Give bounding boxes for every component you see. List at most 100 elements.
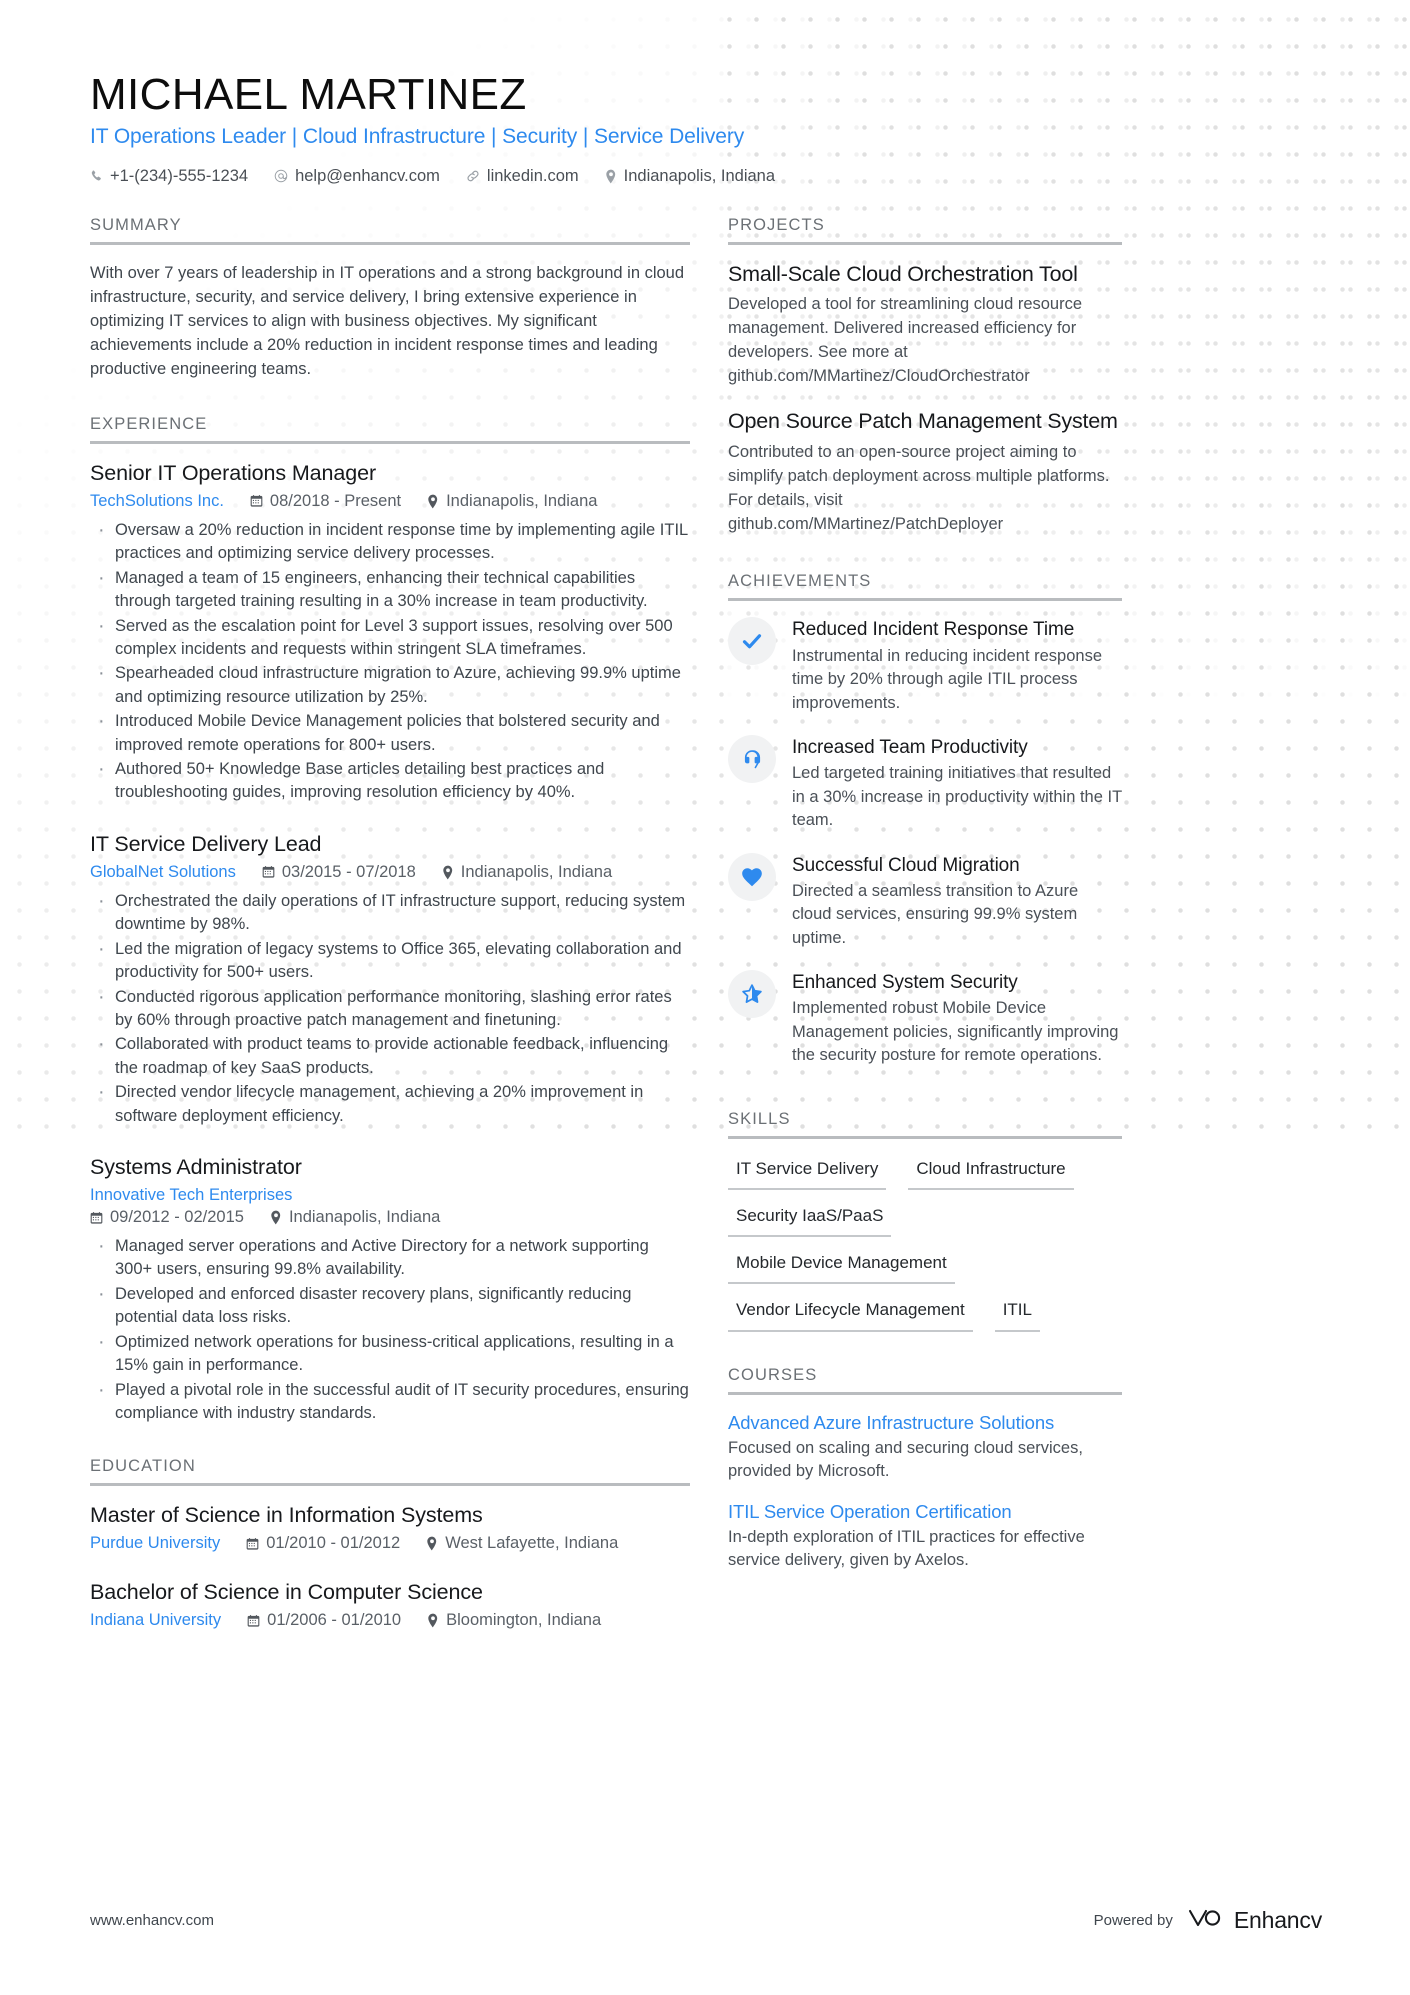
achievement-icon-badge [728,852,776,901]
education-dates-value: 01/2010 - 01/2012 [266,1534,401,1553]
calendar-icon [246,1537,259,1551]
location-icon [427,1613,439,1628]
education-degree: Master of Science in Information Systems [90,1503,483,1528]
achievement-item: Increased Team Productivity Led targeted … [728,734,1122,833]
email-icon [274,169,288,183]
achievement-item: Successful Cloud Migration Directed a sea… [728,852,1122,951]
achievement-title: Increased Team Productivity [792,736,1028,758]
job-location-value: Indianapolis, Indiana [288,1208,441,1226]
course-description: Focused on scaling and securing cloud se… [728,1438,1083,1481]
enhancv-wordmark: Enhancv [1233,1907,1322,1933]
contact-bar: +1-(234)-555-1234 help@enhancv.com linkedi… [90,167,1322,186]
skill-tag: Mobile Device Management [728,1249,955,1285]
section-projects: PROJECTS Small-Scale Cloud Orchestration… [728,216,1122,537]
education-location: Bloomington, Indiana [427,1611,601,1630]
left-column: SUMMARY With over 7 years of leadership … [90,216,690,1635]
job-company[interactable]: Innovative Tech Enterprises [90,1186,690,1205]
experience-item: Systems Administrator Innovative Tech Ent… [90,1154,690,1425]
location-icon [442,865,454,880]
job-bullet: Orchestrated the daily operations of IT … [90,887,690,937]
project-name: Small-Scale Cloud Orchestration Tool [728,261,1078,286]
job-meta: Innovative Tech Enterprises 09/2012 - 02/… [90,1186,690,1227]
contact-link[interactable]: linkedin.com [466,167,579,186]
location-icon [270,1210,282,1225]
achievements-section-title: ACHIEVEMENTS [728,572,1122,602]
course-name[interactable]: Advanced Azure Infrastructure Solutions [728,1411,1122,1435]
section-skills: SKILLS IT Service Delivery Cloud Infrastr… [728,1110,1122,1332]
skill-tag: Vendor Lifecycle Management [728,1296,973,1332]
job-company[interactable]: TechSolutions Inc. [90,492,224,511]
course-name[interactable]: ITIL Service Operation Certification [728,1500,1122,1524]
education-school[interactable]: Purdue University [90,1534,220,1553]
experience-section-title: EXPERIENCE [90,415,690,444]
project-description: Contributed to an open-source project ai… [728,443,1110,533]
calendar-icon [250,494,263,508]
skill-tag: ITIL [994,1296,1040,1332]
education-section-title: EDUCATION [90,1457,690,1487]
job-dates-value: 08/2018 - Present [269,491,402,510]
job-location: Indianapolis, Indiana [442,863,612,882]
section-summary: SUMMARY With over 7 years of leadership … [90,216,690,381]
education-degree: Bachelor of Science in Computer Science [90,1580,483,1605]
education-dates: 01/2010 - 01/2012 [246,1534,400,1553]
phone-icon [90,169,103,183]
achievement-description: Implemented robust Mobile Device Managem… [792,999,1119,1065]
right-column: PROJECTS Small-Scale Cloud Orchestration… [728,216,1122,1635]
job-bullet: Conducted rigorous application performan… [90,983,690,1033]
achievement-title: Reduced Incident Response Time [792,619,1075,641]
job-bullet: Spearheaded cloud infrastructure migrati… [90,659,690,709]
education-dates-value: 01/2006 - 01/2010 [267,1611,402,1630]
summary-section-title: SUMMARY [90,216,690,245]
job-bullet: Developed and enforced disaster recovery… [90,1280,690,1330]
link-icon [466,169,480,183]
footer-website-url[interactable]: www.enhancv.com [90,1912,214,1929]
job-title: Senior IT Operations Manager [90,460,377,485]
education-meta: Purdue University 01/2010 - 01/2012 West L… [90,1534,690,1553]
candidate-name: MICHAEL MARTINEZ [90,70,527,119]
achievement-title: Successful Cloud Migration [792,854,1020,876]
job-location: Indianapolis, Indiana [270,1208,440,1227]
contact-location[interactable]: Indianapolis, Indiana [605,167,775,186]
experience-item: IT Service Delivery Lead GlobalNet Soluti… [90,831,690,1128]
job-dates-value: 03/2015 - 07/2018 [281,862,416,881]
achievement-body: Successful Cloud Migration Directed a sea… [792,853,1122,951]
job-dates: 08/2018 - Present [250,492,401,511]
resume-content: MICHAEL MARTINEZ IT Operations Leader | … [0,0,1410,1634]
project-name: Open Source Patch Management System [728,409,1118,434]
education-location-value: Bloomington, Indiana [446,1611,602,1630]
contact-value: +1-(234)-555-1234 [110,166,249,185]
section-education: EDUCATION Master of Science in Informati… [90,1457,690,1630]
enhancv-logo: Enhancv [1185,1906,1322,1935]
job-title: Systems Administrator [90,1155,302,1180]
location-icon [605,169,617,184]
job-bullet: Authored 50+ Knowledge Base articles det… [90,755,690,805]
contact-phone[interactable]: +1-(234)-555-1234 [90,167,248,186]
achievement-item: Enhanced System Security Implemented robu… [728,970,1122,1068]
job-dates-value: 09/2012 - 02/2015 [110,1208,244,1226]
location-icon [427,494,439,509]
contact-email[interactable]: help@enhancv.com [274,167,440,186]
experience-list: Senior IT Operations Manager TechSolution… [90,444,690,1425]
courses-list: Advanced Azure Infrastructure Solutions F… [728,1395,1122,1573]
education-school[interactable]: Indiana University [90,1611,221,1630]
section-experience: EXPERIENCE Senior IT Operations Manager T… [90,415,690,1425]
job-company[interactable]: GlobalNet Solutions [90,863,236,882]
location-icon [426,1536,438,1551]
section-achievements: ACHIEVEMENTS Reduced Incident Response T… [728,572,1122,1067]
achievement-description: Led targeted training initiatives that r… [792,764,1122,830]
achievement-item: Reduced Incident Response Time Instrument… [728,617,1122,715]
resume-header: MICHAEL MARTINEZ IT Operations Leader | … [90,70,1322,186]
job-bullet-list: Managed server operations and Active Dir… [90,1232,690,1425]
project-item: Open Source Patch Management System Contr… [728,408,1122,536]
resume-page: MICHAEL MARTINEZ IT Operations Leader | … [0,0,1410,1995]
contact-value: Indianapolis, Indiana [623,166,776,185]
achievements-list: Reduced Incident Response Time Instrument… [728,601,1122,1067]
column-gap [690,216,728,1635]
education-dates: 01/2006 - 01/2010 [247,1611,401,1630]
projects-section-title: PROJECTS [728,216,1122,245]
job-bullet: Managed a team of 15 engineers, enhancin… [90,564,690,614]
footer-branding: Powered by Enhancv [1094,1906,1323,1935]
resume-footer: www.enhancv.com Powered by Enhancv [90,1906,1322,1935]
courses-section-title: COURSES [728,1366,1122,1395]
education-list: Master of Science in Information Systems… [90,1486,690,1630]
